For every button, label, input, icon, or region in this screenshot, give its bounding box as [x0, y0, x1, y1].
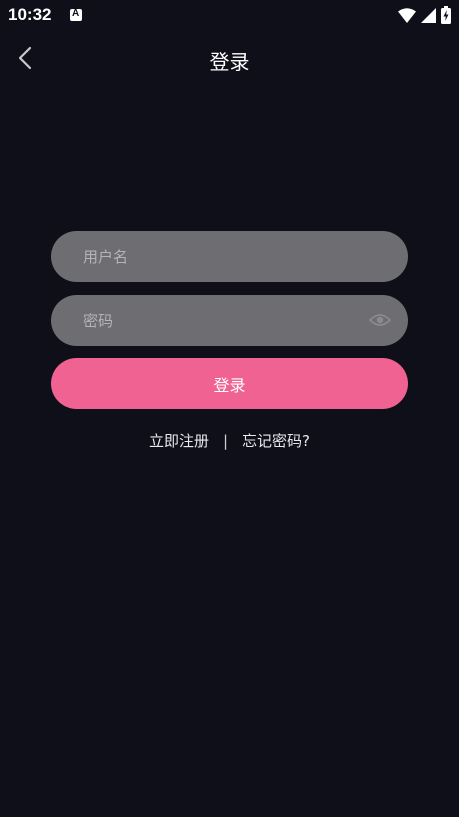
status-icons	[398, 6, 451, 24]
links-separator: |	[222, 431, 229, 450]
forgot-password-link[interactable]: 忘记密码?	[242, 430, 310, 451]
username-field[interactable]	[51, 231, 408, 282]
username-input[interactable]	[83, 231, 353, 282]
auth-links: 立即注册 | 忘记密码?	[0, 430, 459, 451]
login-screen: 10:32 A 登录 用户名 登录 立即注册 | 忘记密码?	[0, 0, 459, 817]
notification-app-icon: A	[70, 8, 82, 21]
notification-app-icon-letter: A	[72, 8, 80, 19]
status-bar: 10:32 A	[0, 0, 459, 32]
show-password-eye-icon[interactable]	[369, 311, 391, 329]
login-button[interactable]: 登录	[51, 358, 408, 409]
page-title: 登录	[209, 50, 250, 74]
password-field[interactable]	[51, 295, 408, 346]
wifi-icon	[398, 7, 416, 23]
status-time: 10:32	[8, 5, 52, 24]
cellular-signal-icon	[421, 7, 436, 23]
battery-charging-icon	[441, 6, 451, 24]
password-input[interactable]	[83, 295, 353, 346]
app-bar: 登录	[0, 32, 459, 86]
register-link[interactable]: 立即注册	[149, 430, 209, 451]
